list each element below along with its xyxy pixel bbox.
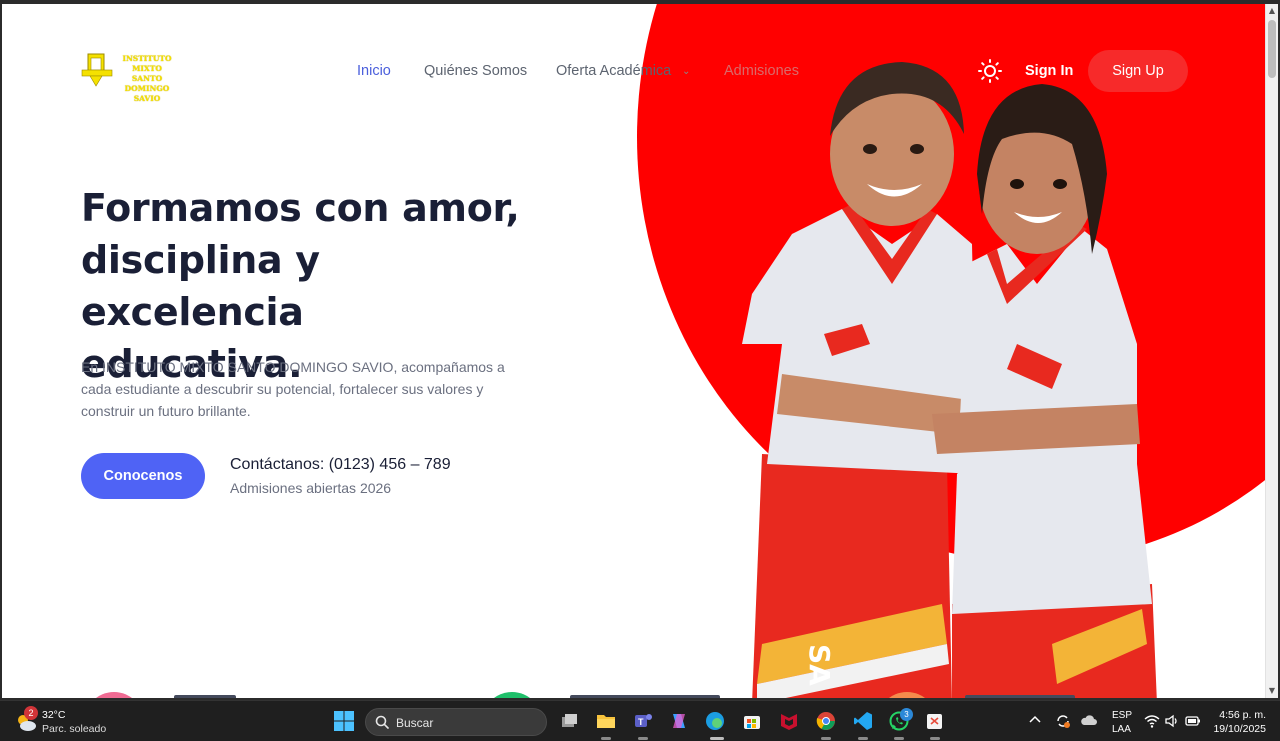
logo-line-3: SAVIO bbox=[133, 94, 161, 103]
sync-icon[interactable] bbox=[1054, 712, 1072, 730]
nav-item-inicio[interactable]: Inicio bbox=[357, 63, 391, 79]
scrollbar-thumb[interactable] bbox=[1268, 20, 1276, 78]
school-logo-text[interactable]: INSTITUTO MIXTO SANTO DOMINGO SAVIO bbox=[112, 54, 182, 104]
taskbar-search-box[interactable]: Buscar bbox=[365, 708, 547, 736]
feature-title-2-cut bbox=[570, 695, 720, 698]
edge-icon[interactable] bbox=[704, 710, 726, 732]
svg-text:SA: SA bbox=[803, 644, 836, 686]
store-icon[interactable] bbox=[741, 710, 763, 732]
whatsapp-unread-badge: 3 bbox=[900, 708, 913, 721]
nav-item-oferta-academica[interactable]: Oferta Académica bbox=[556, 63, 671, 79]
whatsapp-running-indicator bbox=[894, 737, 904, 740]
hero-title-line-1: Formamos con amor, bbox=[81, 186, 520, 230]
feature-icon-circle-1 bbox=[84, 692, 144, 698]
teams-icon[interactable]: T bbox=[632, 710, 654, 732]
task-view-icon[interactable] bbox=[558, 710, 580, 732]
sign-up-button[interactable]: Sign Up bbox=[1088, 50, 1188, 92]
vscode-running-indicator bbox=[858, 737, 868, 740]
logo-line-2: SANTO DOMINGO bbox=[124, 74, 170, 93]
scroll-up-icon[interactable]: ▲ bbox=[1268, 7, 1276, 15]
admissions-note: Admisiones abiertas 2026 bbox=[230, 480, 392, 496]
chevron-down-icon[interactable]: ⌄ bbox=[682, 66, 690, 77]
weather-notification-badge: 2 bbox=[24, 706, 38, 720]
clock-time[interactable]: 4:56 p. m. bbox=[1214, 709, 1266, 721]
feature-icon-circle-2 bbox=[482, 692, 542, 698]
battery-icon[interactable] bbox=[1184, 713, 1202, 729]
file-explorer-icon[interactable] bbox=[595, 710, 617, 732]
onedrive-cloud-icon[interactable] bbox=[1080, 713, 1098, 727]
hero-description: En INSTITUTO MIXTO SANTO DOMINGO SAVIO, … bbox=[81, 359, 505, 419]
search-icon bbox=[375, 715, 389, 729]
weather-temperature[interactable]: 32°C bbox=[42, 709, 65, 721]
browser-viewport: SA INSTITUTO MIXTO SANTO DOMINGO SAVIO I… bbox=[2, 4, 1265, 698]
vscode-icon[interactable] bbox=[852, 710, 874, 732]
windows-taskbar: 2 32°C Parc. soleado Buscar T 3 ESP LAA … bbox=[0, 700, 1280, 741]
girl-figure bbox=[932, 84, 1157, 698]
nav-item-admisiones[interactable]: Admisiones bbox=[724, 63, 799, 79]
chevron-up-icon[interactable] bbox=[1028, 713, 1042, 727]
hero-students-image: SA bbox=[742, 62, 1157, 698]
svg-text:T: T bbox=[638, 717, 644, 727]
mcafee-icon[interactable] bbox=[778, 710, 800, 732]
snipping-tool-icon[interactable] bbox=[924, 710, 946, 732]
feature-title-1-cut bbox=[174, 695, 236, 698]
edge-active-indicator bbox=[710, 737, 724, 740]
clock-date[interactable]: 19/10/2025 bbox=[1210, 723, 1266, 735]
windows-start-icon[interactable] bbox=[333, 710, 355, 732]
nav-item-quienes-somos[interactable]: Quiénes Somos bbox=[424, 63, 527, 79]
conocenos-button[interactable]: Conocenos bbox=[81, 453, 205, 499]
contact-phone: Contáctanos: (0123) 456 – 789 bbox=[230, 456, 451, 473]
volume-icon[interactable] bbox=[1164, 713, 1180, 729]
file-explorer-running-indicator bbox=[601, 737, 611, 740]
logo-line-1: INSTITUTO MIXTO bbox=[122, 54, 172, 73]
boy-figure: SA bbox=[742, 62, 977, 698]
weather-condition[interactable]: Parc. soleado bbox=[42, 723, 106, 735]
copilot-icon[interactable] bbox=[668, 710, 690, 732]
search-placeholder: Buscar bbox=[396, 716, 434, 730]
input-language-code[interactable]: ESP bbox=[1112, 710, 1132, 721]
theme-toggle-sun-icon[interactable] bbox=[978, 59, 1002, 83]
wifi-icon[interactable] bbox=[1144, 713, 1160, 729]
snipping-tool-running-indicator bbox=[930, 737, 940, 740]
sign-in-link[interactable]: Sign In bbox=[1025, 63, 1073, 79]
hero-title-line-2: disciplina y excelencia bbox=[81, 238, 320, 334]
scroll-down-icon[interactable]: ▼ bbox=[1268, 687, 1276, 695]
teams-running-indicator bbox=[638, 737, 648, 740]
page-scrollbar[interactable]: ▲ ▼ bbox=[1265, 4, 1278, 698]
chrome-icon[interactable] bbox=[815, 710, 837, 732]
input-language-layout[interactable]: LAA bbox=[1112, 724, 1131, 735]
feature-title-3-cut bbox=[965, 695, 1075, 698]
chrome-running-indicator bbox=[821, 737, 831, 740]
